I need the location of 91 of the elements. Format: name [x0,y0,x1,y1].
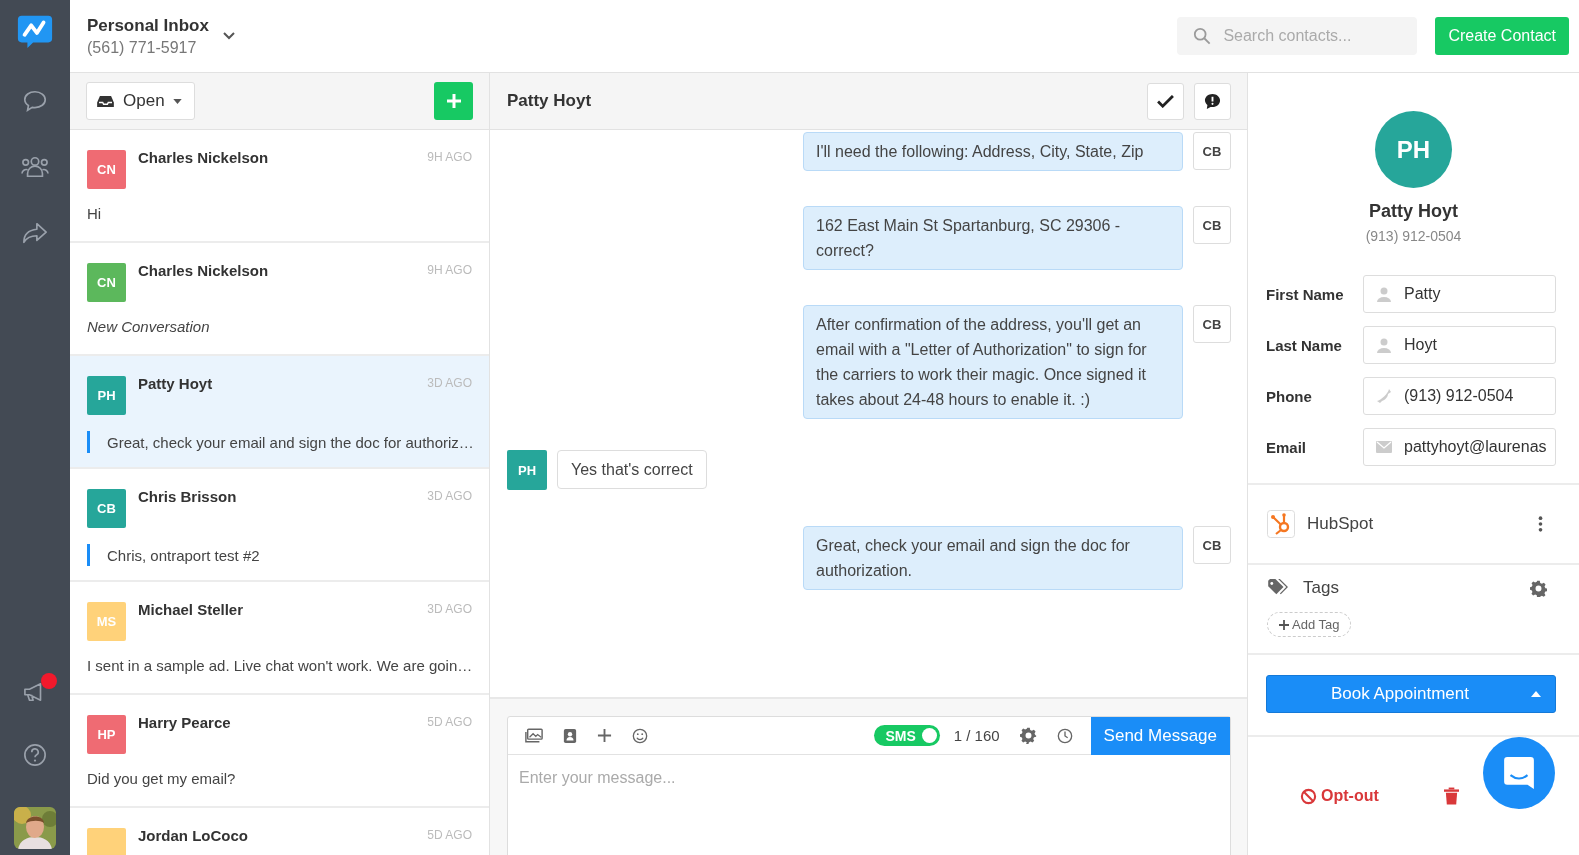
contact-field[interactable]: Patty [1363,275,1556,313]
inbox-icon [96,94,115,108]
message-preview: Great, check your email and sign the doc for authoriz… [107,433,474,451]
sender-avatar: CB [1193,526,1231,564]
avatar: HP [87,715,126,754]
settings-icon[interactable] [1019,727,1037,744]
field-label: First Name [1266,285,1345,303]
message-bubble: Yes that's correct [557,450,707,489]
resolve-button[interactable] [1147,82,1184,120]
contact-name: Patty Hoyt [1369,201,1458,222]
speech-bubble-icon [1204,92,1221,110]
timestamp: 5D AGO [427,715,472,729]
image-icon[interactable] [525,728,543,743]
settings-icon[interactable] [1530,579,1547,597]
contact-name: Michael Steller [138,601,245,618]
tags-title: Tags [1303,578,1340,598]
add-tag-button[interactable]: Add Tag [1267,612,1352,637]
conversation-item[interactable]: PH Patty Hoyt 3D AGO Great, check your email and sign the doc for authoriz… [70,356,489,469]
timestamp: 3D AGO [427,489,472,503]
plus-icon[interactable] [597,728,612,743]
field-label: Last Name [1266,336,1343,354]
contact-field[interactable]: pattyhoyt@laurenas [1363,428,1556,466]
caret-icon [172,98,182,104]
inbox-title[interactable]: Personal Inbox [87,15,209,36]
contact-name: Harry Pearce [138,714,232,731]
envelope-icon [1376,441,1392,453]
inbox-phone: (561) 771-5917 [87,38,198,57]
contact-name: Charles Nickelson [138,262,270,279]
message-bubble: I'll need the following: Address, City, State, Zip [803,132,1183,171]
plus-icon [1279,619,1289,630]
sender-avatar: CB [1193,132,1231,170]
person-icon [1376,337,1392,353]
contact-avatar: PH [1375,111,1452,188]
share-icon[interactable] [21,220,49,246]
blocked-icon [1300,787,1317,805]
note-marker [87,431,90,453]
notification-dot [41,673,57,689]
contact-name: Charles Nickelson [138,149,270,166]
message-preview: New Conversation [87,318,210,335]
contact-name: Jordan LoCoco [138,827,249,844]
contact-field[interactable]: (913) 912-0504 [1363,377,1556,415]
hubspot-logo [1267,510,1295,538]
clock-icon[interactable] [1056,727,1073,744]
contact-card-icon[interactable] [563,727,577,744]
contact-name: Patty Hoyt [138,375,214,392]
people-icon[interactable] [20,154,50,180]
chat-bubble-icon [1503,756,1535,790]
avatar: MS [87,602,126,641]
trash-icon[interactable] [1443,787,1459,805]
field-label: Email [1266,438,1308,456]
timestamp: 3D AGO [427,602,472,616]
conversation-title: Patty Hoyt [507,91,592,111]
message-bubble: After confirmation of the address, you'll get an email with a "Letter of Authorization" to sign for the carriers to work their magic. Once signed it takes about 24-48 hours to enable it. :) [803,305,1183,419]
more-icon[interactable] [1538,515,1543,533]
timestamp: 9H AGO [427,150,472,164]
sender-avatar: PH [507,450,547,490]
contact-name: Chris Brisson [138,488,238,505]
note-button[interactable] [1194,82,1231,120]
person-icon [1376,286,1392,302]
plus-icon [445,93,462,109]
tags-icon [1267,579,1291,597]
message-bubble: Great, check your email and sign the doc for authorization. [803,526,1183,590]
avatar: CN [87,263,126,302]
chat-icon[interactable] [22,88,48,114]
sender-avatar: CB [1193,206,1231,244]
checkmark-icon [1157,94,1174,108]
timestamp: 5D AGO [427,828,472,842]
help-icon[interactable] [23,743,47,767]
avatar: CN [87,150,126,189]
sender-avatar: CB [1193,305,1231,343]
message-bubble: 162 East Main St Spartanburg, SC 29306 - correct? [803,206,1183,270]
emoji-icon[interactable] [632,727,648,744]
message-preview: I sent in a sample ad. Live chat won't work. We are goin… [87,657,473,674]
message-preview: Did you get my email? [87,770,236,787]
caret-icon [1531,691,1541,697]
message-preview: Chris, ontraport test #2 [107,546,260,564]
opt-out-link[interactable]: Opt-out [1300,787,1379,805]
chevron-down-icon[interactable] [222,32,235,40]
character-counter: 1 / 160 [953,727,1000,744]
message-preview: Hi [87,205,102,222]
contact-phone: (913) 912-0504 [1365,228,1462,244]
status-filter-dropdown[interactable]: Open [86,82,195,120]
note-marker [87,544,90,566]
avatar: CB [87,489,126,528]
timestamp: 3D AGO [427,376,472,390]
avatar: PH [87,376,126,415]
search-icon [1193,27,1212,45]
field-label: Phone [1266,387,1313,405]
timestamp: 9H AGO [427,263,472,277]
integration-name: HubSpot [1307,514,1375,534]
contact-field[interactable]: Hoyt [1363,326,1556,364]
